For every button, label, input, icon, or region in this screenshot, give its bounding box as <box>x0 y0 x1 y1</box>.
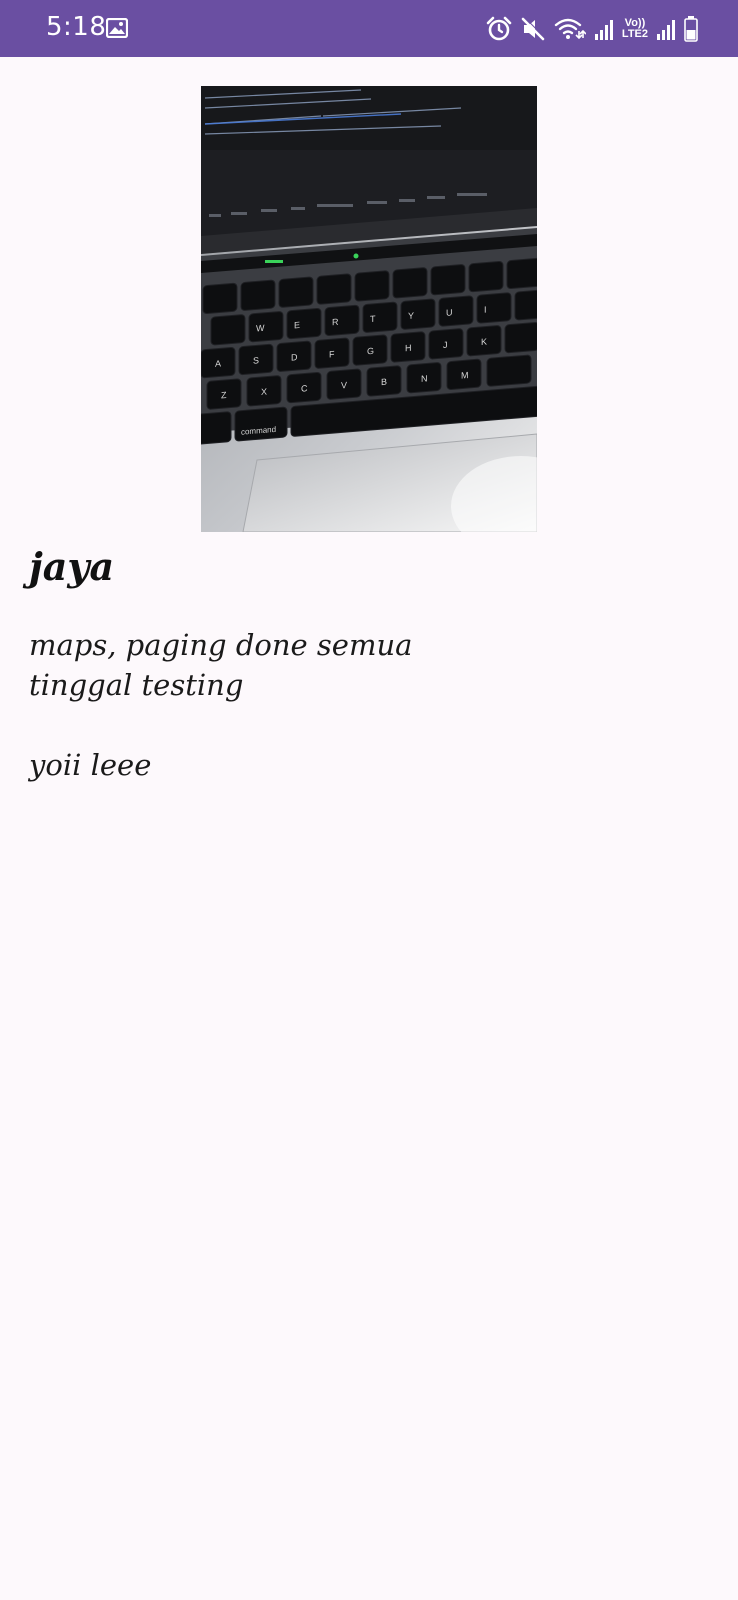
svg-text:V: V <box>341 380 347 390</box>
mute-icon <box>521 16 546 41</box>
wifi-icon <box>554 18 586 40</box>
svg-text:S: S <box>253 355 259 365</box>
note-detail: W E R T Y U I A S D F G H J K Z X C V B <box>0 57 738 1600</box>
note-body: maps, paging done semua tinggal testing … <box>29 628 413 782</box>
status-time: 5:18 <box>46 12 107 42</box>
svg-text:J: J <box>443 340 447 350</box>
svg-text:K: K <box>481 336 487 346</box>
status-icons: Vo)) LTE2 <box>486 15 698 43</box>
svg-text:F: F <box>329 349 335 359</box>
signal-icon <box>594 20 613 40</box>
battery-icon <box>684 16 698 42</box>
status-bar: 5:18 Vo)) LTE2 <box>0 0 738 57</box>
svg-text:B: B <box>381 377 387 387</box>
svg-text:U: U <box>446 307 452 318</box>
volte-indicator: Vo)) LTE2 <box>622 18 648 40</box>
alarm-icon <box>486 16 512 41</box>
laptop-keyboard-image: W E R T Y U I A S D F G H J K Z X C V B <box>201 86 537 532</box>
svg-text:W: W <box>256 323 265 334</box>
svg-text:M: M <box>461 370 468 381</box>
svg-text:R: R <box>332 317 339 328</box>
volte-bottom-label: LTE2 <box>621 28 648 40</box>
svg-text:Z: Z <box>221 390 227 400</box>
svg-text:A: A <box>215 358 221 368</box>
svg-text:X: X <box>261 387 267 397</box>
svg-text:N: N <box>421 373 427 384</box>
svg-text:D: D <box>291 352 298 363</box>
signal-icon <box>657 20 675 40</box>
svg-text:H: H <box>405 343 411 354</box>
svg-text:I: I <box>484 305 487 315</box>
svg-text:G: G <box>367 346 374 357</box>
svg-text:Y: Y <box>408 311 414 321</box>
gallery-icon <box>106 18 128 38</box>
note-photo[interactable]: W E R T Y U I A S D F G H J K Z X C V B <box>201 86 537 532</box>
note-title: jaya <box>29 544 115 589</box>
svg-text:C: C <box>301 383 308 394</box>
svg-text:E: E <box>294 320 300 330</box>
svg-text:T: T <box>370 314 376 324</box>
